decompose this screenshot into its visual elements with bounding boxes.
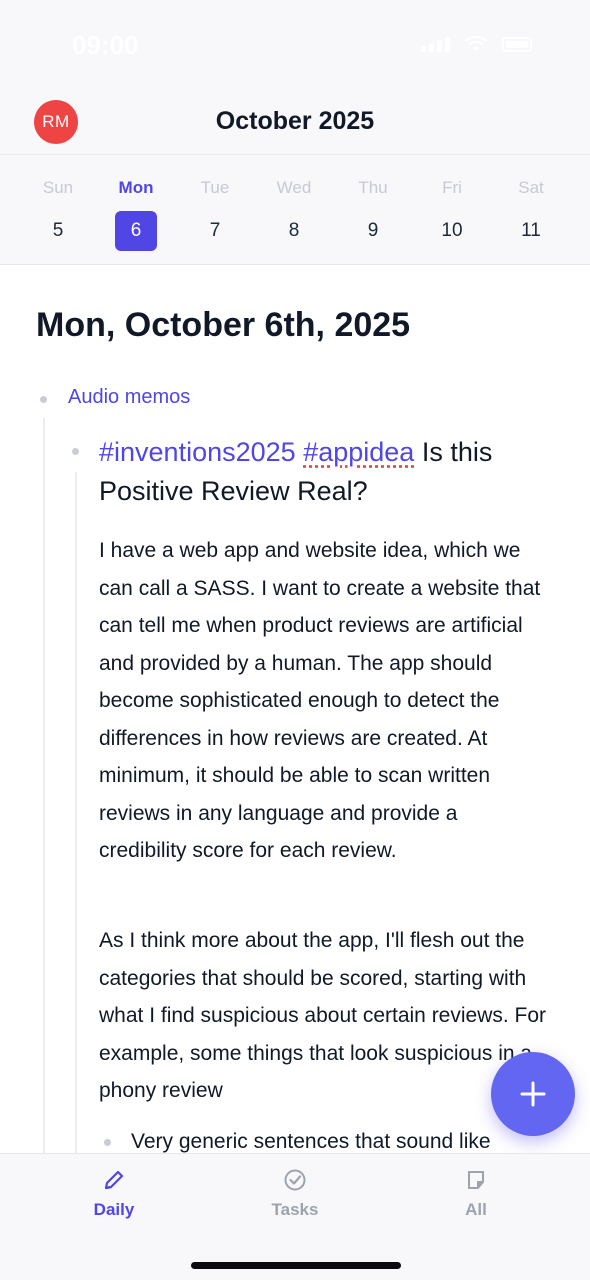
day-thu[interactable]: Thu 9 [333,155,413,251]
tag-inventions2025[interactable]: #inventions2025 [99,437,296,467]
indent-guide [75,472,77,1153]
day-number: 7 [209,220,221,241]
home-indicator [191,1262,401,1269]
tab-label: Tasks [271,1200,319,1219]
status-bar: 09:00 [0,0,590,90]
memo-paragraph[interactable]: As I think more about the app, I'll fles… [99,922,549,1110]
bullet-dot[interactable] [40,396,47,403]
tab-daily[interactable]: Daily [54,1154,174,1220]
day-number: 9 [367,220,379,241]
note-icon [468,1171,484,1189]
daily-note-content[interactable]: Mon, October 6th, 2025 Audio memos #inve… [0,266,590,1153]
week-strip: Sun 5 Mon 6 Tue 7 Wed 8 Thu 9 Fri 10 Sat… [0,154,590,265]
header: RM October 2025 [0,90,590,154]
day-tue[interactable]: Tue 7 [175,155,255,251]
day-name: Fri [442,178,462,197]
status-time: 09:00 [72,30,139,60]
day-number: 10 [441,220,463,241]
day-name: Thu [358,178,388,197]
date-heading: Mon, October 6th, 2025 [36,306,411,344]
day-fri[interactable]: Fri 10 [412,155,492,251]
status-icons [421,36,532,52]
audio-memos-link[interactable]: Audio memos [68,386,190,409]
bullet-dot[interactable] [72,448,79,455]
day-sat[interactable]: Sat 11 [491,155,571,251]
day-mon[interactable]: Mon 6 [96,155,176,251]
month-title[interactable]: October 2025 [0,107,590,136]
cellular-signal-icon [421,37,450,52]
bullet-dot[interactable] [104,1139,111,1146]
day-name: Tue [200,178,230,197]
day-wed[interactable]: Wed 8 [254,155,334,251]
day-number: 11 [521,220,541,241]
tag-appidea[interactable]: #appidea [303,437,414,467]
pencil-icon [104,1170,124,1190]
day-name: Mon [118,178,154,197]
indent-guide [43,418,45,1153]
day-name: Wed [276,178,312,197]
battery-icon [502,37,532,52]
day-sun[interactable]: Sun 5 [18,155,98,251]
plus-icon [520,1081,546,1107]
day-name: Sat [518,178,544,197]
tab-all[interactable]: All [416,1154,536,1220]
memo-sub-bullet[interactable]: Very generic sentences that sound like [131,1123,551,1153]
tab-tasks[interactable]: Tasks [235,1154,355,1220]
tab-label: Daily [93,1200,135,1219]
day-number: 8 [288,220,300,241]
check-circle-icon [284,1169,306,1191]
day-number-selected: 6 [115,211,157,251]
add-button[interactable] [491,1052,575,1136]
memo-paragraph[interactable]: I have a web app and website idea, which… [99,532,549,870]
tab-label: All [465,1200,487,1219]
wifi-icon [465,36,487,51]
memo-title[interactable]: #inventions2025 #appidea Is this Positiv… [99,433,559,511]
day-name: Sun [42,178,74,197]
tab-bar: Daily Tasks All [0,1153,590,1280]
day-number: 5 [52,220,64,241]
